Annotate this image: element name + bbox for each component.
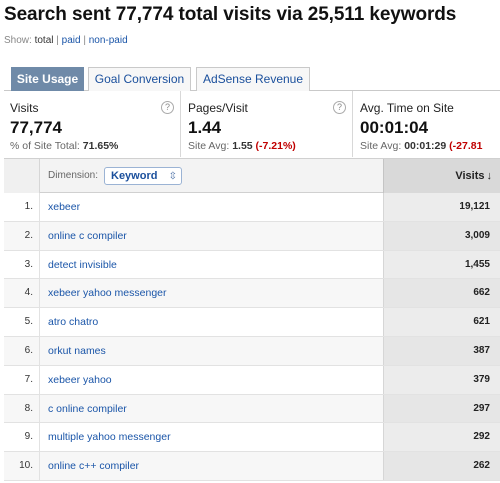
keyword-link[interactable]: orkut names <box>48 337 106 365</box>
metric-label: Visits <box>10 101 39 115</box>
visits-value: 387 <box>383 336 500 365</box>
dimension-label: Dimension: <box>48 170 99 181</box>
row-number: 3. <box>4 250 40 279</box>
keyword-link[interactable]: atro chatro <box>48 308 98 336</box>
visits-value: 1,455 <box>383 250 500 279</box>
metric-value: 00:01:04 <box>360 118 429 137</box>
table-row: 6. orkut names 387 <box>4 336 500 366</box>
table-row: 1. xebeer 19,121 <box>4 193 500 222</box>
dimension-select[interactable]: Keyword ⇳ <box>104 167 182 185</box>
metric-comparison-value: 71.65% <box>82 140 119 152</box>
metric-pages-per-visit: Pages/Visit ? 1.44 Site Avg: 1.55 (-7.21… <box>182 91 353 157</box>
table-header: Dimension: Keyword ⇳ Visits ↓ <box>4 158 500 194</box>
table-row: 4. xebeer yahoo messenger 662 <box>4 279 500 309</box>
row-number: 6. <box>4 336 40 365</box>
row-number: 4. <box>4 279 40 308</box>
visits-value: 3,009 <box>383 221 500 250</box>
keyword-link[interactable]: multiple yahoo messenger <box>48 423 171 451</box>
table-row: 9. multiple yahoo messenger 292 <box>4 423 500 453</box>
chevron-up-down-icon: ⇳ <box>168 171 177 182</box>
keyword-link[interactable]: detect invisible <box>48 251 117 279</box>
metric-comparison: Site Avg: 00:01:29 (-27.81 <box>360 140 482 152</box>
keyword-link[interactable]: xebeer <box>48 193 80 221</box>
metric-delta: (-27.81 <box>449 140 483 152</box>
visits-value: 297 <box>383 394 500 423</box>
filter-option-non-paid[interactable]: non-paid <box>89 35 128 46</box>
row-number: 9. <box>4 423 40 452</box>
visits-value: 662 <box>383 279 500 308</box>
visits-value: 621 <box>383 308 500 336</box>
metric-comparison: % of Site Total: 71.65% <box>10 140 118 152</box>
metric-visits: Visits ? 77,774 % of Site Total: 71.65% <box>4 91 181 157</box>
table-row: 8. c online compiler 297 <box>4 394 500 424</box>
row-number: 8. <box>4 394 40 423</box>
table-row: 10. online c++ compiler 262 <box>4 452 500 481</box>
tab-goal-conversion[interactable]: Goal Conversion <box>88 67 191 91</box>
table-row: 5. atro chatro 621 <box>4 308 500 337</box>
tab-site-usage[interactable]: Site Usage <box>11 67 84 92</box>
metric-delta: (-7.21%) <box>255 140 296 152</box>
metric-value: 1.44 <box>188 118 222 137</box>
filter-separator: | <box>83 35 86 46</box>
visits-column-header[interactable]: Visits ↓ <box>383 159 500 194</box>
metric-label: Pages/Visit <box>188 101 248 115</box>
table-row: 2. online c compiler 3,009 <box>4 221 500 251</box>
traffic-filter: Show: total | paid | non-paid <box>4 35 128 46</box>
filter-separator: | <box>56 35 59 46</box>
metric-value: 77,774 <box>10 118 62 137</box>
metric-comparison-value: 00:01:29 <box>404 140 447 152</box>
metric-comparison: Site Avg: 1.55 (-7.21%) <box>188 140 296 152</box>
keyword-link[interactable]: xebeer yahoo <box>48 366 112 394</box>
sort-descending-icon: ↓ <box>486 170 493 182</box>
keyword-link[interactable]: online c++ compiler <box>48 452 139 480</box>
visits-value: 19,121 <box>383 193 500 221</box>
metric-comparison-label: % of Site Total: <box>10 140 80 152</box>
row-number: 5. <box>4 308 40 336</box>
filter-label: Show: <box>4 35 32 46</box>
visits-value: 379 <box>383 365 500 394</box>
row-number-header <box>4 159 40 194</box>
page-title: Search sent 77,774 total visits via 25,5… <box>4 4 457 25</box>
row-number: 2. <box>4 221 40 250</box>
help-icon[interactable]: ? <box>333 101 346 114</box>
help-icon[interactable]: ? <box>161 101 174 114</box>
metric-comparison-value: 1.55 <box>232 140 253 152</box>
metric-avg-time-on-site: Avg. Time on Site 00:01:04 Site Avg: 00:… <box>354 91 500 157</box>
row-number: 1. <box>4 193 40 221</box>
dimension-select-value: Keyword <box>111 170 158 182</box>
keyword-link[interactable]: online c compiler <box>48 222 127 250</box>
tab-adsense-revenue[interactable]: AdSense Revenue <box>196 67 310 91</box>
keyword-link[interactable]: c online compiler <box>48 395 127 423</box>
filter-option-paid[interactable]: paid <box>62 35 81 46</box>
filter-option-total[interactable]: total <box>35 35 54 46</box>
row-number: 7. <box>4 365 40 394</box>
metric-label: Avg. Time on Site <box>360 101 454 115</box>
metric-comparison-label: Site Avg: <box>188 140 230 152</box>
row-number: 10. <box>4 452 40 480</box>
metric-comparison-label: Site Avg: <box>360 140 402 152</box>
keywords-table: Dimension: Keyword ⇳ Visits ↓ 1. xebeer 1… <box>4 158 500 481</box>
visits-value: 292 <box>383 423 500 452</box>
table-row: 3. detect invisible 1,455 <box>4 250 500 280</box>
metrics-summary: Visits ? 77,774 % of Site Total: 71.65% … <box>4 91 500 157</box>
visits-value: 262 <box>383 452 500 480</box>
keyword-link[interactable]: xebeer yahoo messenger <box>48 279 167 307</box>
visits-header-label: Visits <box>455 170 485 182</box>
table-row: 7. xebeer yahoo 379 <box>4 365 500 395</box>
